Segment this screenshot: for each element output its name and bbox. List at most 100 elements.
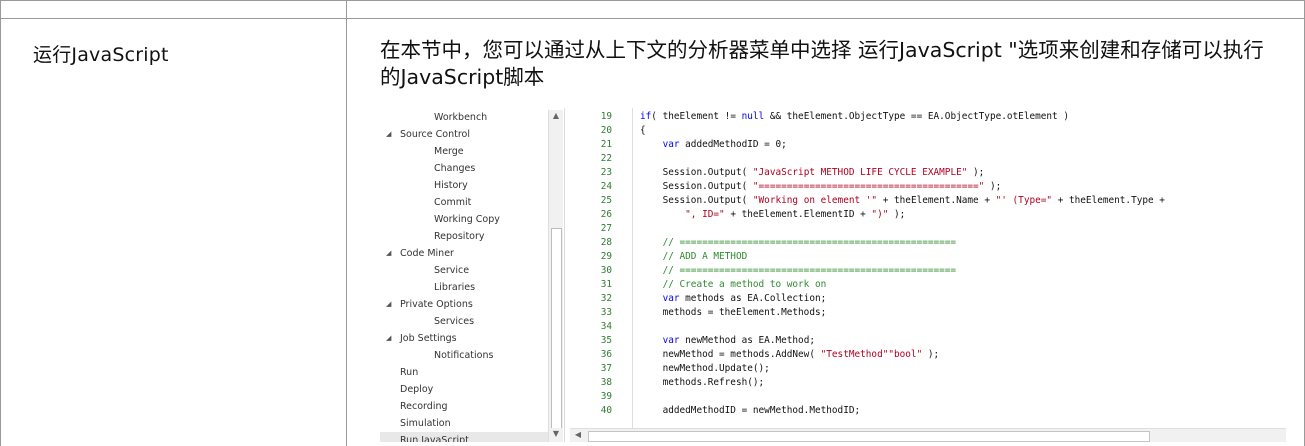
script-editor[interactable]: ◀ 19 if( theElement != null && theElement… bbox=[570, 108, 1286, 442]
tree-item-label: Simulation bbox=[400, 418, 451, 429]
code-token: methods = theElement.Methods; bbox=[640, 307, 827, 318]
tree-item[interactable]: Simulation bbox=[400, 415, 451, 432]
line-number: 34 bbox=[600, 321, 612, 332]
code-text: ", ID=" + theElement.ElementID + ")" ); bbox=[640, 208, 905, 222]
code-text: Session.Output( "Working on element '" +… bbox=[640, 194, 1165, 208]
tree-item[interactable]: Merge bbox=[434, 143, 464, 160]
tree-item[interactable]: Recording bbox=[400, 398, 448, 415]
line-number: 40 bbox=[600, 405, 612, 416]
code-text: methods = theElement.Methods; bbox=[640, 306, 827, 320]
tree-item[interactable]: Working Copy bbox=[434, 211, 500, 228]
code-token: + theElement.Type + bbox=[1052, 195, 1165, 206]
tree-item[interactable]: Notifications bbox=[434, 347, 493, 364]
code-token: var bbox=[662, 139, 680, 150]
tree-vertical-scrollbar[interactable]: ▲ ▼ bbox=[548, 110, 563, 442]
tree-item[interactable]: ◢ Job Settings bbox=[386, 330, 457, 347]
code-text: // ADD A METHOD bbox=[640, 250, 748, 264]
code-token: ); bbox=[967, 167, 985, 178]
editor-horizontal-scrollbar[interactable]: ◀ bbox=[570, 428, 1286, 442]
code-token: null bbox=[741, 111, 765, 122]
line-number: 30 bbox=[600, 265, 612, 276]
line-number: 38 bbox=[600, 377, 612, 388]
code-token: methods as EA.Collection; bbox=[679, 293, 827, 304]
table-border-top bbox=[0, 0, 1305, 1]
tree-item[interactable]: Run JavaScript bbox=[380, 432, 548, 442]
triangle-down-icon[interactable]: ◢ bbox=[386, 126, 391, 143]
triangle-down-icon[interactable]: ◢ bbox=[386, 296, 391, 313]
code-token: // Create a method to work on bbox=[640, 279, 827, 290]
scroll-down-arrow-icon[interactable]: ▼ bbox=[550, 428, 562, 440]
code-token: + theElement.Name + bbox=[877, 195, 996, 206]
line-number: 27 bbox=[600, 223, 612, 234]
line-number: 37 bbox=[600, 363, 612, 374]
code-token: addedMethodID = newMethod.MethodID; bbox=[640, 405, 861, 416]
scroll-up-arrow-icon[interactable]: ▲ bbox=[550, 110, 562, 122]
line-number: 35 bbox=[600, 335, 612, 346]
code-token: ); bbox=[922, 349, 940, 360]
tree-item[interactable]: ◢ Source Control bbox=[386, 126, 470, 143]
tree-item-label: Repository bbox=[434, 231, 485, 242]
code-token: "Working on element '" bbox=[752, 195, 878, 206]
line-number: 25 bbox=[600, 195, 612, 206]
triangle-down-icon[interactable]: ◢ bbox=[386, 245, 391, 262]
tree-item[interactable]: Changes bbox=[434, 160, 475, 177]
tree-item-label: Job Settings bbox=[400, 333, 457, 344]
tree-item-label: Working Copy bbox=[434, 214, 500, 225]
code-text: var newMethod as EA.Method; bbox=[640, 334, 815, 348]
code-token: if bbox=[640, 111, 652, 122]
code-text: // =====================================… bbox=[640, 236, 957, 250]
row-description: 在本节中，您可以通过从上下文的分析器菜单中选择 运行JavaScript "选项… bbox=[380, 38, 1264, 89]
tree-item[interactable]: Workbench bbox=[434, 109, 487, 126]
doc-table: 运行JavaScript 在本节中，您可以通过从上下文的分析器菜单中选择 运行J… bbox=[0, 0, 1305, 446]
code-token: Session.Output( bbox=[640, 181, 753, 192]
line-number: 22 bbox=[600, 153, 612, 164]
tree-item[interactable]: Run bbox=[400, 364, 418, 381]
code-token: "TestMethod" bbox=[820, 349, 889, 360]
code-token: var bbox=[662, 335, 680, 346]
code-token: "JavaScript METHOD LIFE CYCLE EXAMPLE" bbox=[752, 167, 968, 178]
tree-item-label: Run bbox=[400, 367, 419, 378]
tree-item-label: Services bbox=[434, 316, 475, 327]
line-number: 28 bbox=[600, 237, 612, 248]
code-token: "' (Type=" bbox=[995, 195, 1053, 206]
tree-item-label: Merge bbox=[434, 146, 464, 157]
code-text: addedMethodID = newMethod.MethodID; bbox=[640, 404, 861, 418]
table-border-left bbox=[0, 0, 1, 446]
code-text: var methods as EA.Collection; bbox=[640, 292, 827, 306]
tree-item[interactable]: ◢ Code Miner bbox=[386, 245, 454, 262]
tree-item[interactable]: Deploy bbox=[400, 381, 433, 398]
tree-item[interactable]: ◢ Private Options bbox=[386, 296, 473, 313]
analyzer-tree-panel: ▲ ▼ Workbench ◢ Source Control Merge Changes… bbox=[380, 108, 565, 442]
line-number: 31 bbox=[600, 279, 612, 290]
tree-item-label: Private Options bbox=[400, 299, 473, 310]
tree-item-label: Code Miner bbox=[400, 248, 454, 259]
tree-scroll-thumb[interactable] bbox=[551, 228, 562, 430]
tree-item-label: Commit bbox=[434, 197, 472, 208]
row-label: 运行JavaScript bbox=[33, 44, 169, 66]
code-token: Session.Output( bbox=[640, 167, 753, 178]
gutter-divider bbox=[632, 108, 633, 442]
tree-item[interactable]: Services bbox=[434, 313, 474, 330]
code-token: "=======================================… bbox=[752, 181, 985, 192]
scroll-left-arrow-icon[interactable]: ◀ bbox=[572, 429, 584, 441]
editor-scroll-thumb[interactable] bbox=[588, 431, 1150, 442]
code-token: addedMethodID = 0; bbox=[679, 139, 787, 150]
triangle-down-icon[interactable]: ◢ bbox=[386, 330, 391, 347]
line-number: 29 bbox=[600, 251, 612, 262]
tree-item[interactable]: Repository bbox=[434, 228, 485, 245]
code-token: newMethod = methods.AddNew( bbox=[640, 349, 821, 360]
code-text: var addedMethodID = 0; bbox=[640, 138, 787, 152]
code-text: newMethod = methods.AddNew( "TestMethod"… bbox=[640, 348, 940, 362]
line-number: 21 bbox=[600, 139, 612, 150]
tree-item-label: Service bbox=[434, 265, 470, 276]
code-text: // Create a method to work on bbox=[640, 278, 827, 292]
code-text: if( theElement != null && theElement.Obj… bbox=[640, 110, 1069, 124]
code-token: newMethod as EA.Method; bbox=[679, 335, 815, 346]
tree-item-label: Deploy bbox=[400, 384, 434, 395]
tree-item[interactable]: Libraries bbox=[434, 279, 475, 296]
code-token: { bbox=[640, 125, 646, 136]
tree-item[interactable]: Service bbox=[434, 262, 469, 279]
tree-item[interactable]: Commit bbox=[434, 194, 471, 211]
tree-item[interactable]: History bbox=[434, 177, 468, 194]
